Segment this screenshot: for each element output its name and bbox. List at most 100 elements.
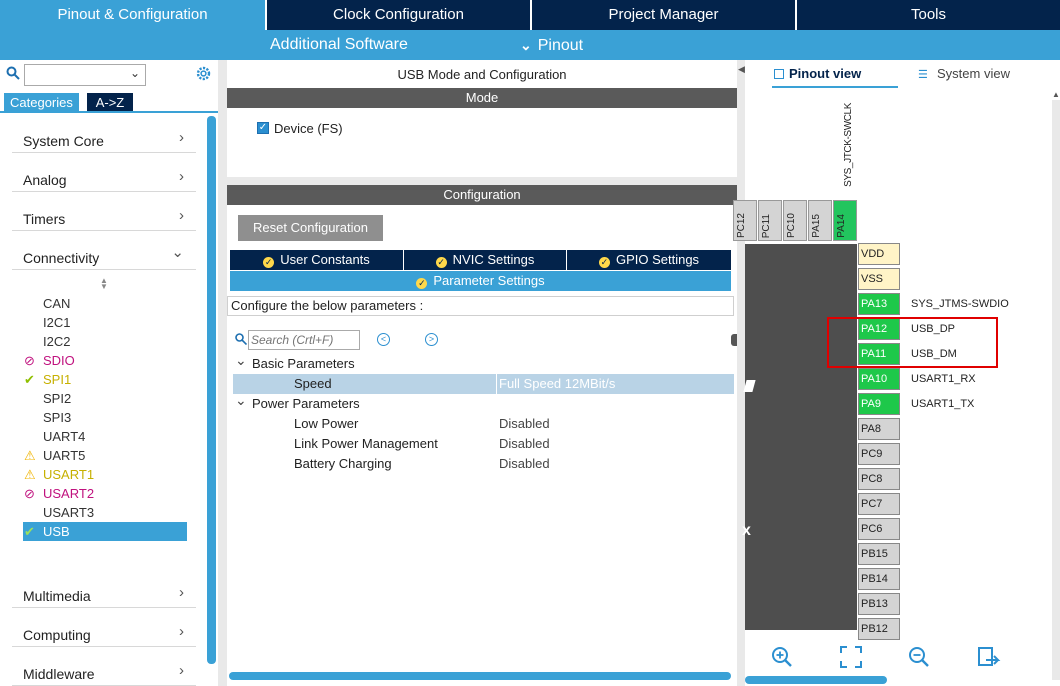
peripheral-item-usart3[interactable]: USART3 [23,503,187,522]
tab-pinout-configuration[interactable]: Pinout & Configuration [0,0,265,30]
pin-pa9[interactable]: PA9 [858,393,900,415]
peripheral-item-spi3[interactable]: SPI3 [23,408,187,427]
collapse-arrow-icon[interactable]: ◀ [738,64,745,75]
pinout-view-tab[interactable]: Pinout view [772,66,898,88]
category-middleware[interactable]: Middleware › [12,656,196,686]
pin-pb15[interactable]: PB15 [858,543,900,565]
horizontal-scrollbar[interactable] [745,676,887,684]
category-connectivity[interactable]: Connectivity ⌄ [12,240,196,270]
next-icon[interactable]: > [425,333,438,346]
parameter-value[interactable]: Disabled [499,454,550,474]
pin-pc6[interactable]: PC6 [858,518,900,540]
parameter-row[interactable]: Low Power Disabled [233,414,733,434]
pin-pc9[interactable]: PC9 [858,443,900,465]
category-computing[interactable]: Computing › [12,617,196,647]
pin-pa14[interactable]: PA14 [833,200,857,241]
peripheral-item-usart1[interactable]: ⚠ USART1 [23,465,187,484]
peripheral-label: CAN [43,296,71,311]
parameter-value[interactable]: Disabled [499,414,550,434]
parameter-group[interactable]: ⌄ Power Parameters [233,392,733,414]
top-signal-label: SYS_JTCK-SWCLK [843,103,854,187]
peripheral-label: UART5 [43,448,86,463]
scroll-handle[interactable] [731,334,737,346]
tab-parameter-settings[interactable]: ✓ Parameter Settings [230,271,731,291]
tab-clock-configuration[interactable]: Clock Configuration [265,0,530,30]
peripheral-item-uart4[interactable]: UART4 [23,427,187,446]
tab-label: User Constants [280,252,370,267]
parameter-value[interactable]: Full Speed 12MBit/s [499,374,615,394]
pin-label: PC10 [786,212,797,238]
additional-software-tab[interactable]: Additional Software [270,30,408,60]
peripheral-item-usb[interactable]: ✔ USB [23,522,187,541]
pin-vss[interactable]: VSS [858,268,900,290]
category-search-combo[interactable]: ⌄ [24,64,146,86]
search-icon[interactable] [6,66,20,80]
peripheral-item-uart5[interactable]: ⚠ UART5 [23,446,187,465]
peripheral-item-usart2[interactable]: ⊘ USART2 [23,484,187,503]
parameter-row[interactable]: Battery Charging Disabled [233,454,733,474]
parameter-value[interactable]: Disabled [499,434,550,454]
check-circle-icon: ✓ [598,257,610,268]
zoom-in-icon[interactable] [771,646,793,668]
peripheral-item-i2c2[interactable]: I2C2 [23,332,187,351]
gear-icon[interactable] [195,65,212,82]
pin-pc12[interactable]: PC12 [733,200,757,241]
panel-divider[interactable] [737,60,745,686]
horizontal-scrollbar[interactable] [229,672,731,680]
pinout-menu[interactable]: ⌄ Pinout [520,30,583,60]
peripheral-label: SPI2 [43,391,72,406]
peripheral-item-i2c1[interactable]: I2C1 [23,313,187,332]
parameter-row[interactable]: Speed Full Speed 12MBit/s [233,374,734,394]
pin-pc10[interactable]: PC10 [783,200,807,241]
category-timers[interactable]: Timers › [12,201,196,231]
tab-project-manager[interactable]: Project Manager [530,0,795,30]
category-system-core[interactable]: System Core › [12,123,196,153]
panel-divider[interactable] [218,60,227,686]
pin-pb12[interactable]: PB12 [858,618,900,640]
pin-pa15[interactable]: PA15 [808,200,832,241]
check-circle-icon: ✓ [416,278,428,289]
export-icon[interactable] [977,646,1001,668]
tab-user-constants[interactable]: ✓ User Constants [230,250,403,270]
highlight-box [827,317,998,368]
category-analog[interactable]: Analog › [12,162,196,192]
tab-tools[interactable]: Tools [795,0,1060,30]
pin-vdd[interactable]: VDD [858,243,900,265]
tab-nvic-settings[interactable]: ✓ NVIC Settings [404,250,566,270]
vertical-scrollbar[interactable] [1052,100,1060,680]
pin-pa13[interactable]: PA13 [858,293,900,315]
pin-pc8[interactable]: PC8 [858,468,900,490]
pin-pc11[interactable]: PC11 [758,200,782,241]
sort-arrows-icon[interactable]: ▲ ▼ [100,277,108,291]
fit-icon[interactable] [840,646,862,668]
pin-pb13[interactable]: PB13 [858,593,900,615]
scroll-up-arrow-icon[interactable]: ▲ [1052,90,1060,99]
parameter-row[interactable]: Link Power Management Disabled [233,434,733,454]
panel-title: USB Mode and Configuration [397,67,567,82]
tab-a-z[interactable]: A->Z [87,93,133,112]
peripheral-item-spi1[interactable]: ✔ SPI1 [23,370,187,389]
panel-divider[interactable] [227,177,737,185]
pin-pa10[interactable]: PA10 [858,368,900,390]
peripheral-item-spi2[interactable]: SPI2 [23,389,187,408]
check-circle-icon: ✓ [263,257,275,268]
left-scrollbar[interactable] [207,116,216,664]
chevron-right-icon: › [179,129,184,146]
device-fs-checkbox[interactable]: ✓ [257,122,269,134]
zoom-out-icon[interactable] [908,646,930,668]
parameter-group[interactable]: ⌄ Basic Parameters [233,352,733,374]
parameter-search-input[interactable] [248,330,360,350]
pin-pb14[interactable]: PB14 [858,568,900,590]
check-icon: ✔ [24,524,35,539]
tab-categories[interactable]: Categories [4,93,79,112]
peripheral-item-can[interactable]: CAN [23,294,187,313]
tab-gpio-settings[interactable]: ✓ GPIO Settings [567,250,731,270]
category-multimedia[interactable]: Multimedia › [12,578,196,608]
system-view-tab[interactable]: ☰ System view [918,66,1010,82]
peripheral-item-sdio[interactable]: ⊘ SDIO [23,351,187,370]
pin-label: PC12 [736,212,747,238]
pin-pa8[interactable]: PA8 [858,418,900,440]
previous-icon[interactable]: < [377,333,390,346]
pin-pc7[interactable]: PC7 [858,493,900,515]
reset-configuration-button[interactable]: Reset Configuration [238,215,383,241]
